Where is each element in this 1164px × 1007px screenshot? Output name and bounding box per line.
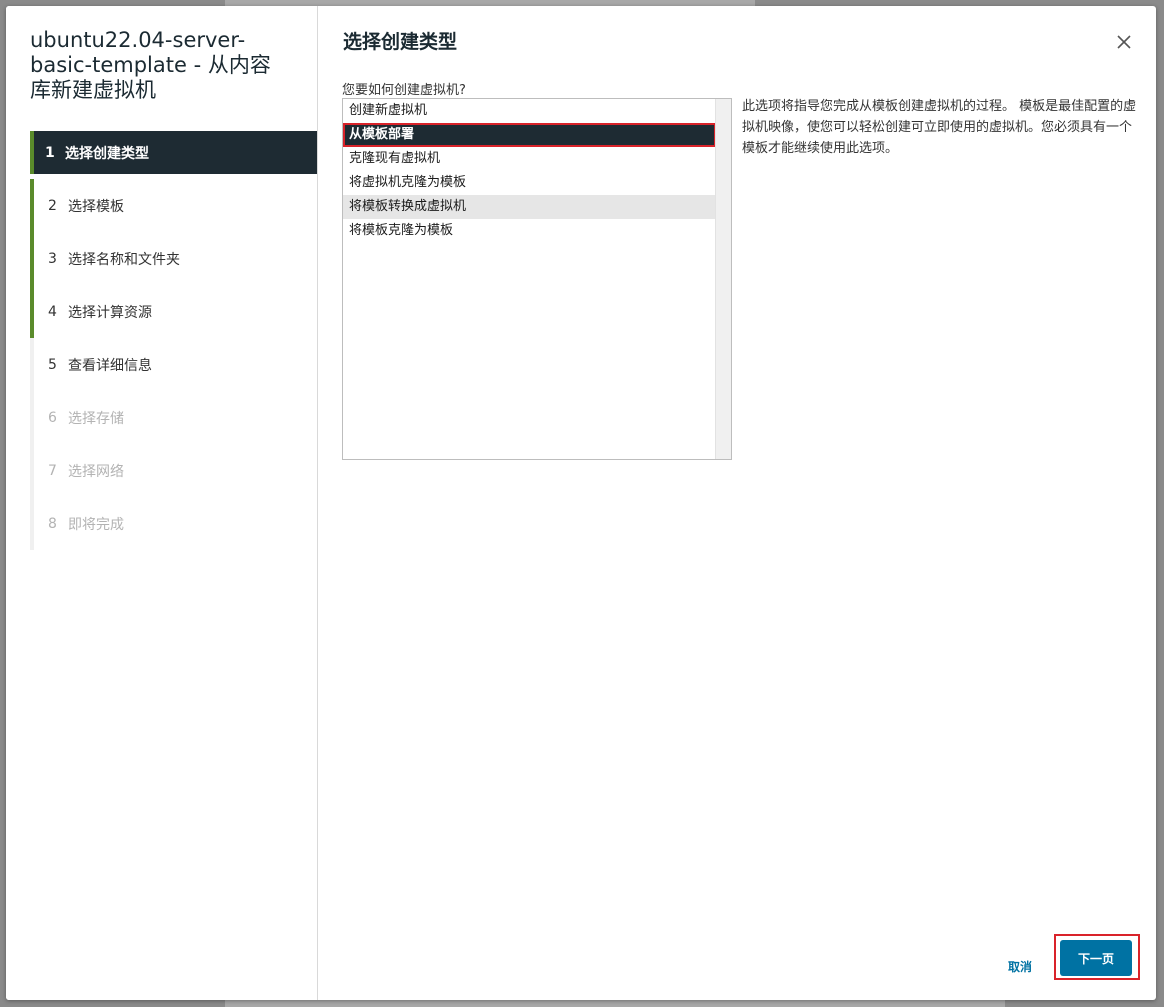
step-select-name-folder[interactable]: 3 选择名称和文件夹: [30, 232, 317, 285]
step-number: 5: [48, 356, 57, 373]
step-number: 2: [48, 197, 57, 214]
step-label: 选择名称和文件夹: [68, 251, 180, 268]
step-select-compute-resource[interactable]: 4 选择计算资源: [30, 285, 317, 338]
creation-type-question: 您要如何创建虚拟机?: [342, 83, 466, 98]
wizard-steps: 1 选择创建类型 2 选择模板 3 选择名称和文件夹 4 选择计算资源 5 查看…: [30, 126, 317, 550]
wizard-title: ubuntu22.04-server-basic-template - 从内容库…: [30, 28, 271, 102]
wizard-content: 选择创建类型 您要如何创建虚拟机? 创建新虚拟机 从模板部署 克隆现有虚拟机 将…: [318, 6, 1156, 1000]
creation-type-listbox[interactable]: 创建新虚拟机 从模板部署 克隆现有虚拟机 将虚拟机克隆为模板 将模板转换成虚拟机…: [342, 98, 732, 460]
option-deploy-from-template[interactable]: 从模板部署: [343, 123, 716, 147]
close-icon: [1117, 35, 1131, 49]
step-label: 选择计算资源: [68, 304, 152, 321]
step-number: 8: [48, 515, 57, 532]
option-create-new-vm[interactable]: 创建新虚拟机: [343, 99, 716, 123]
step-review-details[interactable]: 5 查看详细信息: [30, 338, 317, 391]
step-label: 选择模板: [68, 198, 124, 215]
step-number: 1: [45, 144, 55, 161]
step-number: 6: [48, 409, 57, 426]
step-select-storage: 6 选择存储: [30, 391, 317, 444]
step-select-creation-type[interactable]: 1 选择创建类型: [30, 131, 317, 174]
step-label: 查看详细信息: [68, 357, 152, 374]
step-select-network: 7 选择网络: [30, 444, 317, 497]
close-button[interactable]: [1114, 32, 1134, 52]
option-clone-vm-to-template[interactable]: 将虚拟机克隆为模板: [343, 171, 716, 195]
wizard-nav: ubuntu22.04-server-basic-template - 从内容库…: [6, 6, 318, 1000]
step-number: 4: [48, 303, 57, 320]
option-clone-existing-vm[interactable]: 克隆现有虚拟机: [343, 147, 716, 171]
creation-type-options: 创建新虚拟机 从模板部署 克隆现有虚拟机 将虚拟机克隆为模板 将模板转换成虚拟机…: [343, 99, 716, 243]
step-number: 7: [48, 462, 57, 479]
next-button[interactable]: 下一页: [1060, 940, 1132, 976]
cancel-button[interactable]: 取消: [1008, 958, 1032, 975]
background-window: [225, 1000, 1005, 1007]
step-select-template[interactable]: 2 选择模板: [30, 179, 317, 232]
step-label: 选择网络: [68, 463, 124, 480]
step-label: 选择存储: [68, 410, 124, 427]
page-title: 选择创建类型: [343, 31, 458, 53]
wizard-footer: 取消 下一页: [318, 920, 1156, 1000]
step-label: 即将完成: [68, 516, 124, 533]
step-label: 选择创建类型: [65, 145, 149, 162]
option-clone-template-to-template[interactable]: 将模板克隆为模板: [343, 219, 716, 243]
new-vm-wizard-dialog: ubuntu22.04-server-basic-template - 从内容库…: [6, 6, 1156, 1000]
step-ready-to-complete: 8 即将完成: [30, 497, 317, 550]
option-description: 此选项将指导您完成从模板创建虚拟机的过程。 模板是最佳配置的虚拟机映像，使您可以…: [742, 99, 1137, 156]
listbox-scrollbar[interactable]: [715, 99, 731, 459]
option-convert-template-to-vm[interactable]: 将模板转换成虚拟机: [343, 195, 716, 219]
step-number: 3: [48, 250, 57, 267]
